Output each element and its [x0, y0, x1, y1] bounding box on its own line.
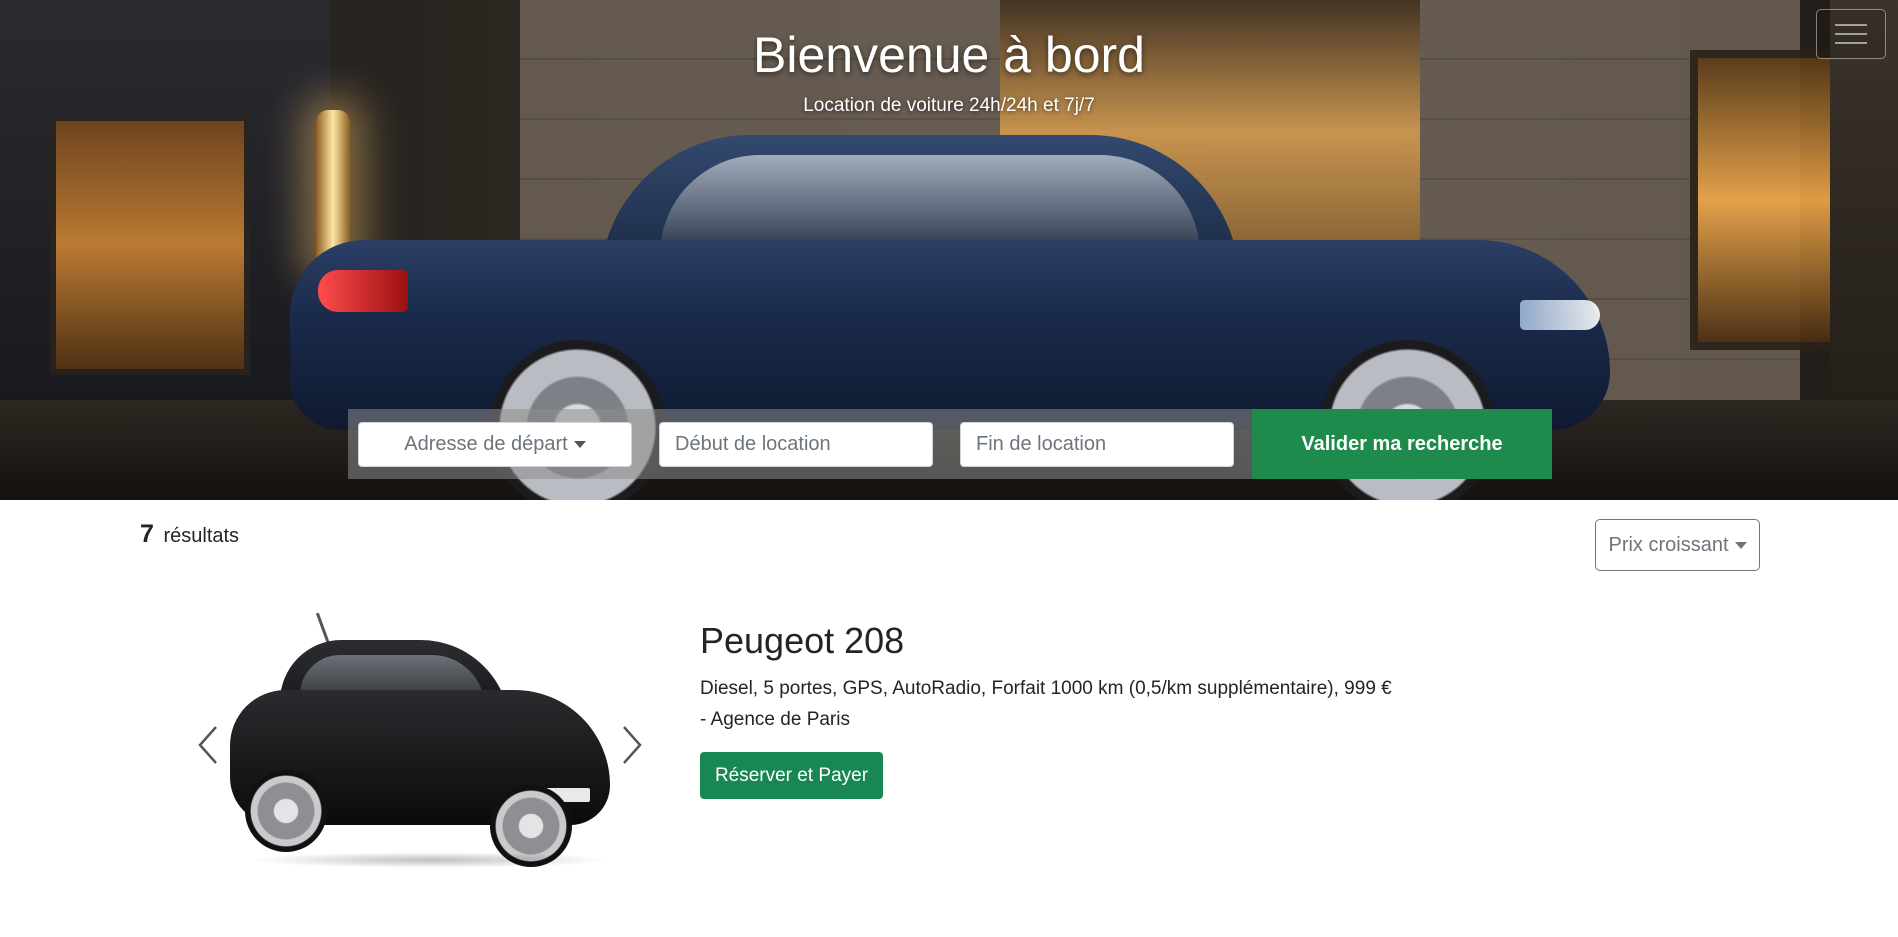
chevron-left-icon[interactable] — [193, 722, 223, 768]
caret-down-icon — [1734, 541, 1747, 549]
car-description: Diesel, 5 portes, GPS, AutoRadio, Forfai… — [700, 678, 1392, 730]
results-count-number: 7 — [140, 520, 154, 548]
car-image-shadow — [250, 852, 610, 868]
search-bar: Adresse de départ Début de location Fin … — [348, 409, 1252, 479]
end-date-placeholder: Fin de location — [976, 433, 1107, 455]
results-count-label: résultats — [163, 525, 240, 547]
chevron-right-icon[interactable] — [617, 722, 647, 768]
start-address-dropdown[interactable]: Adresse de départ — [358, 422, 632, 467]
hero-subtitle: Location de voiture 24h/24h et 7j/7 — [803, 95, 1095, 116]
car-image-wheel — [245, 770, 327, 852]
menu-bar — [1835, 24, 1867, 26]
search-submit-button[interactable]: Valider ma recherche — [1252, 409, 1552, 479]
results-count: 7 résultats — [140, 520, 239, 549]
start-date-placeholder: Début de location — [675, 433, 831, 455]
car-image-carousel — [190, 612, 650, 870]
menu-bar — [1835, 33, 1867, 35]
hamburger-icon[interactable] — [1816, 9, 1886, 59]
background-window — [50, 115, 250, 375]
hero-car-headlight — [1520, 300, 1600, 330]
sort-label: Prix croissant — [1608, 533, 1729, 556]
car-title: Peugeot 208 — [700, 620, 905, 661]
start-date-input[interactable]: Début de location — [659, 422, 933, 467]
end-date-input[interactable]: Fin de location — [960, 422, 1234, 467]
hero-car-taillight — [318, 270, 408, 312]
reserve-pay-button[interactable]: Réserver et Payer — [700, 752, 883, 799]
menu-bar — [1835, 42, 1867, 44]
hero-title: Bienvenue à bord — [753, 27, 1145, 83]
start-address-label: Adresse de départ — [404, 433, 568, 455]
caret-down-icon — [573, 441, 586, 448]
hero-banner: Bienvenue à bord Location de voiture 24h… — [0, 0, 1898, 500]
sort-dropdown[interactable]: Prix croissant — [1595, 519, 1760, 571]
